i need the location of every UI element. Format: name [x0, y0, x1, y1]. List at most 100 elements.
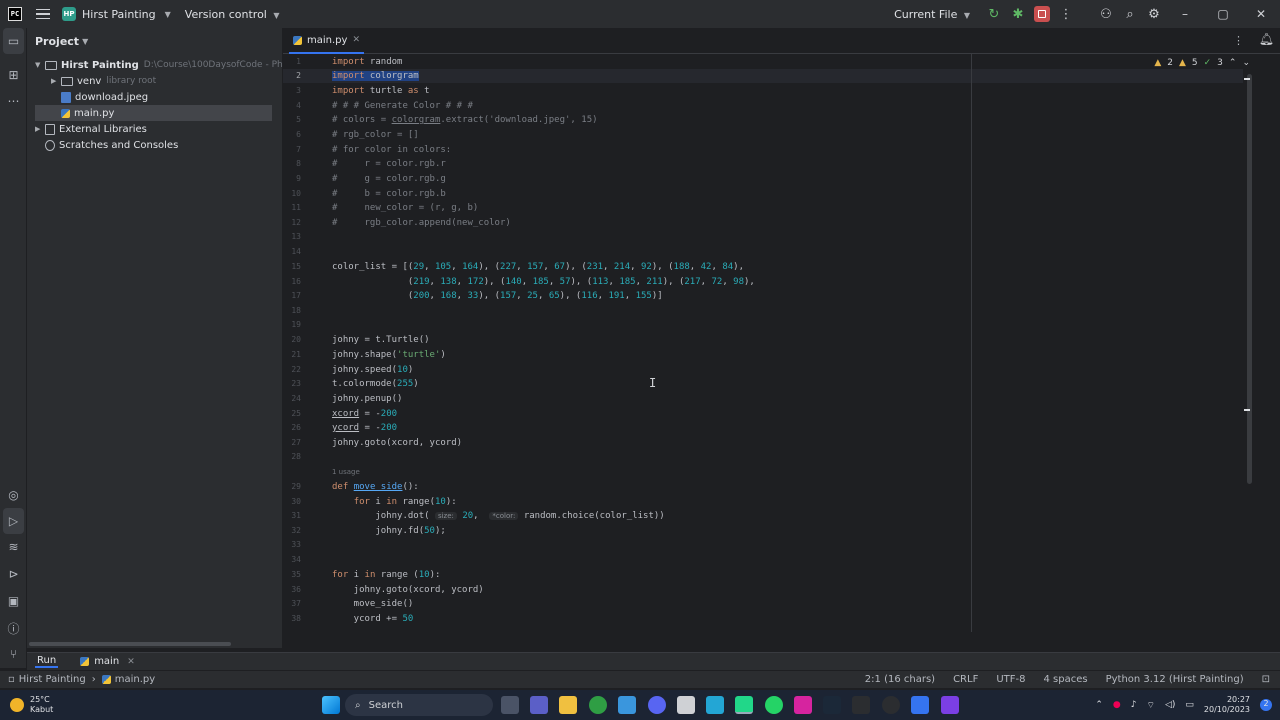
more-actions-icon[interactable]: ⋮	[1054, 0, 1078, 28]
line-number[interactable]: 8	[296, 159, 301, 168]
tab-main-py[interactable]: main.py ✕	[289, 28, 364, 54]
run-config-tab[interactable]: main	[94, 656, 119, 667]
start-icon[interactable]	[322, 696, 340, 714]
stop-button[interactable]	[1030, 0, 1054, 28]
run-config-selector[interactable]: Current File ▼	[894, 8, 970, 21]
line-number[interactable]: 4	[296, 101, 301, 110]
tree-item-download-jpeg[interactable]: download.jpeg	[61, 89, 148, 105]
line-number[interactable]: 22	[291, 365, 301, 374]
inspection-widget[interactable]: ▲ 2 ▲ 5 ✓ 3 ⌃ ⌄	[1154, 58, 1250, 68]
tree-item-venv[interactable]: ▶ venv library root	[51, 73, 156, 89]
line-number[interactable]: 38	[291, 614, 301, 623]
project-switcher[interactable]: HP Hirst Painting ▼	[62, 7, 171, 21]
settings-gear-icon[interactable]: ⚙	[1142, 0, 1166, 28]
pycharm-logo-icon[interactable]: PC	[8, 7, 22, 21]
tree-item-main-py[interactable]: main.py	[35, 105, 272, 121]
app-icon[interactable]	[941, 696, 959, 714]
line-number[interactable]: 21	[291, 350, 301, 359]
breadcrumb-project[interactable]: Hirst Painting	[19, 674, 86, 685]
maximize-button[interactable]: ▢	[1204, 0, 1242, 28]
close-tab-icon[interactable]: ✕	[352, 35, 360, 45]
run-tab[interactable]: Run	[35, 655, 59, 668]
project-folder-icon[interactable]: ▭	[3, 28, 24, 54]
taskbar-search[interactable]: ⌕ Search	[345, 694, 493, 716]
line-number[interactable]: 31	[291, 511, 301, 520]
caret-position[interactable]: 2:1 (16 chars)	[865, 674, 935, 685]
tree-item-scratches[interactable]: Scratches and Consoles	[45, 137, 178, 153]
lock-icon[interactable]: ⊡	[1262, 674, 1270, 685]
line-number[interactable]: 32	[291, 526, 301, 535]
microphone-icon[interactable]: ♪	[1131, 700, 1137, 710]
debug-icon[interactable]: ✱	[1006, 0, 1030, 28]
chevron-down-icon[interactable]: ⌄	[1242, 58, 1250, 68]
line-number[interactable]: 10	[291, 189, 301, 198]
file-encoding[interactable]: UTF-8	[996, 674, 1025, 685]
task-view-icon[interactable]	[501, 696, 519, 714]
line-number[interactable]: 6	[296, 130, 301, 139]
teams-icon[interactable]	[530, 696, 548, 714]
structure-icon[interactable]: ⊞	[0, 62, 27, 88]
line-number[interactable]: 9	[296, 174, 301, 183]
code-editor[interactable]: 1 2 3 4 5 6 7 8 9 10 11 12 13 14 15 16 17 18 19 20 21 22 23 24 2…	[283, 54, 1280, 632]
battery-icon[interactable]: ▭	[1185, 700, 1194, 710]
more-tools-icon[interactable]: ⋯	[0, 88, 27, 114]
notifications-bell-icon[interactable]: 🔔︎	[1259, 32, 1274, 46]
add-user-icon[interactable]: ⚇	[1094, 0, 1118, 28]
whatsapp-icon[interactable]	[765, 696, 783, 714]
line-number[interactable]: 27	[291, 438, 301, 447]
usage-hint[interactable]: 1 usage	[332, 468, 360, 476]
line-number[interactable]: 30	[291, 497, 301, 506]
app-icon[interactable]	[677, 696, 695, 714]
horizontal-scrollbar[interactable]	[29, 642, 231, 646]
python-interpreter[interactable]: Python 3.12 (Hirst Painting)	[1106, 674, 1244, 685]
line-number[interactable]: 28	[291, 452, 301, 461]
line-number[interactable]: 13	[291, 232, 301, 241]
run-tool-icon[interactable]: ▷	[3, 508, 24, 534]
clock[interactable]: 20:27 20/10/2023	[1204, 695, 1250, 715]
line-number[interactable]: 19	[291, 320, 301, 329]
layers-icon[interactable]: ≋	[0, 534, 27, 560]
tray-app-icon[interactable]: ●	[1113, 700, 1121, 710]
line-number[interactable]: 24	[291, 394, 301, 403]
chevron-up-icon[interactable]: ⌃	[1229, 58, 1237, 68]
close-button[interactable]: ✕	[1242, 0, 1280, 28]
instagram-icon[interactable]	[794, 696, 812, 714]
network-icon[interactable]: ⌔	[1146, 700, 1154, 711]
notification-icon[interactable]: 2	[1260, 699, 1272, 711]
main-menu-icon[interactable]	[36, 8, 50, 20]
line-number[interactable]: 16	[291, 277, 301, 286]
line-number[interactable]: 1	[296, 57, 301, 66]
app-icon[interactable]	[911, 696, 929, 714]
line-number[interactable]: 11	[291, 203, 301, 212]
line-number[interactable]: 35	[291, 570, 301, 579]
line-number[interactable]: 3	[296, 86, 301, 95]
git-icon[interactable]: ⑂	[0, 641, 27, 667]
tree-item-external-libraries[interactable]: ▶ External Libraries	[35, 121, 147, 137]
line-number[interactable]: 36	[291, 585, 301, 594]
weather-widget[interactable]: 25°C Kabut	[10, 695, 53, 715]
line-number[interactable]: 26	[291, 423, 301, 432]
tree-item-root[interactable]: ▼ Hirst Painting D:\Course\100DaysofCode…	[35, 57, 313, 73]
vscode-icon[interactable]	[706, 696, 724, 714]
line-separator[interactable]: CRLF	[953, 674, 978, 685]
line-number[interactable]: 5	[296, 115, 301, 124]
search-icon[interactable]: ⌕	[1118, 0, 1142, 28]
line-number[interactable]: 7	[296, 145, 301, 154]
github-icon[interactable]	[882, 696, 900, 714]
line-number[interactable]: 18	[291, 306, 301, 315]
problems-icon[interactable]: ⓘ	[0, 615, 27, 641]
version-control-menu[interactable]: Version control ▼	[185, 8, 280, 21]
line-number[interactable]: 14	[291, 247, 301, 256]
line-number[interactable]: 29	[291, 482, 301, 491]
breadcrumb-file[interactable]: main.py	[115, 674, 155, 685]
line-number[interactable]: 33	[291, 540, 301, 549]
line-number[interactable]: 25	[291, 409, 301, 418]
line-number[interactable]: 20	[291, 335, 301, 344]
vertical-scrollbar[interactable]	[1247, 74, 1252, 484]
app-icon[interactable]	[852, 696, 870, 714]
indent-setting[interactable]: 4 spaces	[1043, 674, 1087, 685]
line-number[interactable]: 12	[291, 218, 301, 227]
steam-icon[interactable]	[823, 696, 841, 714]
show-hidden-icons-icon[interactable]: ⌃	[1095, 700, 1103, 710]
chrome-icon[interactable]	[589, 696, 607, 714]
